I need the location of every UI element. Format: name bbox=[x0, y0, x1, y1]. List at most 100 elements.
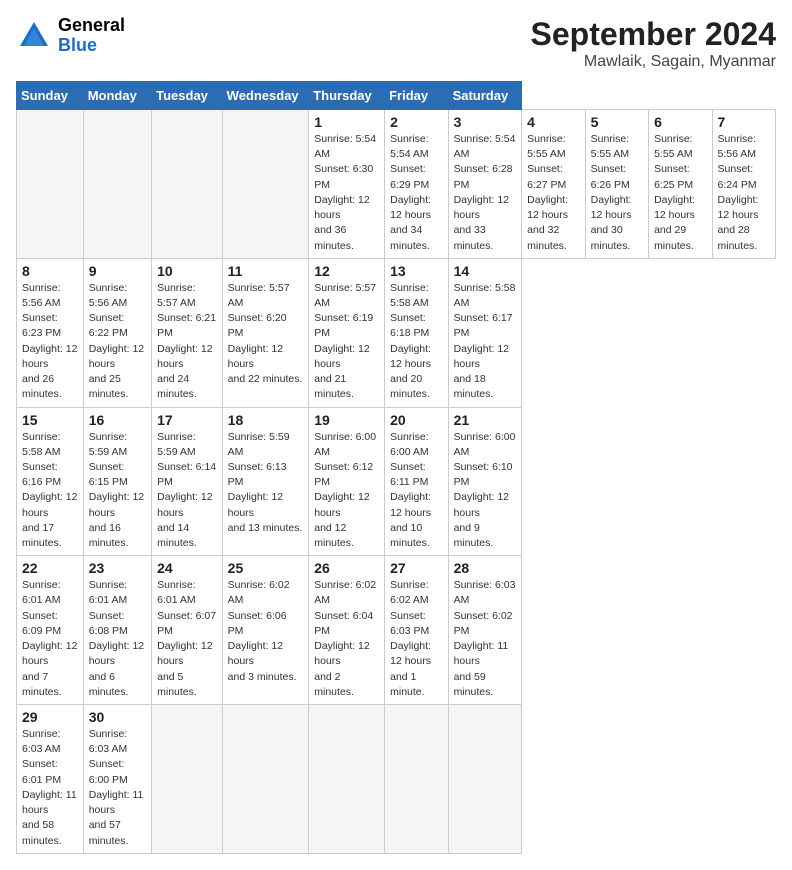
day-number: 1 bbox=[314, 114, 379, 130]
day-info: Sunrise: 6:02 AMSunset: 6:03 PMDaylight:… bbox=[390, 578, 442, 700]
day-info: Sunrise: 5:54 AMSunset: 6:30 PMDaylight:… bbox=[314, 132, 379, 254]
day-info: Sunrise: 5:59 AMSunset: 6:15 PMDaylight:… bbox=[89, 430, 146, 552]
calendar-cell: 17Sunrise: 5:59 AMSunset: 6:14 PMDayligh… bbox=[152, 407, 223, 556]
calendar-cell: 14 Sunrise: 5:58 AMSunset: 6:17 PMDayligh… bbox=[448, 258, 522, 407]
week-row-2: 8Sunrise: 5:56 AMSunset: 6:23 PMDaylight… bbox=[17, 258, 776, 407]
calendar-cell bbox=[448, 705, 522, 854]
calendar-cell: 4Sunrise: 5:55 AMSunset: 6:27 PMDaylight… bbox=[522, 110, 585, 259]
day-number: 12 bbox=[314, 263, 379, 279]
day-number: 28 bbox=[454, 560, 517, 576]
day-info: Sunrise: 5:58 AMSunset: 6:16 PMDaylight:… bbox=[22, 430, 78, 552]
logo-general: General bbox=[58, 16, 125, 36]
day-number: 29 bbox=[22, 709, 78, 725]
day-info: Sunrise: 6:03 AMSunset: 6:01 PMDaylight:… bbox=[22, 727, 78, 849]
day-number: 8 bbox=[22, 263, 78, 279]
day-info: Sunrise: 5:54 AMSunset: 6:29 PMDaylight:… bbox=[390, 132, 442, 254]
day-info: Sunrise: 6:01 AMSunset: 6:07 PMDaylight:… bbox=[157, 578, 217, 700]
day-number: 23 bbox=[89, 560, 146, 576]
day-number: 30 bbox=[89, 709, 146, 725]
calendar-cell: 10 Sunrise: 5:57 AMSunset: 6:21 PMDayligh… bbox=[152, 258, 223, 407]
calendar-cell: 27 Sunrise: 6:02 AMSunset: 6:03 PMDayligh… bbox=[385, 556, 448, 705]
calendar-cell: 18 Sunrise: 5:59 AMSunset: 6:13 PMDayligh… bbox=[222, 407, 309, 556]
calendar-cell: 26 Sunrise: 6:02 AMSunset: 6:04 PMDayligh… bbox=[309, 556, 385, 705]
day-info: Sunrise: 5:58 AMSunset: 6:18 PMDaylight:… bbox=[390, 281, 442, 403]
header-monday: Monday bbox=[83, 82, 151, 110]
day-info: Sunrise: 5:57 AMSunset: 6:20 PMDaylight:… bbox=[228, 281, 304, 388]
day-info: Sunrise: 5:59 AMSunset: 6:13 PMDaylight:… bbox=[228, 430, 304, 537]
day-info: Sunrise: 5:56 AMSunset: 6:24 PMDaylight:… bbox=[718, 132, 770, 254]
calendar-cell: 7 Sunrise: 5:56 AMSunset: 6:24 PMDaylight… bbox=[712, 110, 775, 259]
calendar-cell: 13 Sunrise: 5:58 AMSunset: 6:18 PMDayligh… bbox=[385, 258, 448, 407]
header-saturday: Saturday bbox=[448, 82, 522, 110]
day-info: Sunrise: 6:02 AMSunset: 6:04 PMDaylight:… bbox=[314, 578, 379, 700]
calendar-cell bbox=[17, 110, 84, 259]
day-number: 24 bbox=[157, 560, 217, 576]
calendar-cell: 5 Sunrise: 5:55 AMSunset: 6:26 PMDaylight… bbox=[585, 110, 648, 259]
day-info: Sunrise: 5:57 AMSunset: 6:21 PMDaylight:… bbox=[157, 281, 217, 403]
day-info: Sunrise: 6:03 AMSunset: 6:02 PMDaylight:… bbox=[454, 578, 517, 700]
day-number: 13 bbox=[390, 263, 442, 279]
day-number: 14 bbox=[454, 263, 517, 279]
header-wednesday: Wednesday bbox=[222, 82, 309, 110]
logo: General Blue bbox=[16, 16, 125, 56]
logo-text: General Blue bbox=[58, 16, 125, 56]
calendar-cell: 20Sunrise: 6:00 AMSunset: 6:11 PMDayligh… bbox=[385, 407, 448, 556]
day-info: Sunrise: 5:56 AMSunset: 6:22 PMDaylight:… bbox=[89, 281, 146, 403]
calendar-cell: 11 Sunrise: 5:57 AMSunset: 6:20 PMDayligh… bbox=[222, 258, 309, 407]
calendar-cell: 25 Sunrise: 6:02 AMSunset: 6:06 PMDayligh… bbox=[222, 556, 309, 705]
header-sunday: Sunday bbox=[17, 82, 84, 110]
day-number: 2 bbox=[390, 114, 442, 130]
calendar-cell bbox=[309, 705, 385, 854]
day-number: 4 bbox=[527, 114, 579, 130]
day-info: Sunrise: 6:00 AMSunset: 6:12 PMDaylight:… bbox=[314, 430, 379, 552]
day-number: 10 bbox=[157, 263, 217, 279]
calendar-cell bbox=[83, 110, 151, 259]
day-info: Sunrise: 5:55 AMSunset: 6:26 PMDaylight:… bbox=[591, 132, 643, 254]
calendar-header-row: SundayMondayTuesdayWednesdayThursdayFrid… bbox=[17, 82, 776, 110]
calendar-cell: 9 Sunrise: 5:56 AMSunset: 6:22 PMDaylight… bbox=[83, 258, 151, 407]
calendar-cell: 29 Sunrise: 6:03 AMSunset: 6:01 PMDayligh… bbox=[17, 705, 84, 854]
day-number: 18 bbox=[228, 412, 304, 428]
calendar-cell: 3Sunrise: 5:54 AMSunset: 6:28 PMDaylight… bbox=[448, 110, 522, 259]
day-number: 3 bbox=[454, 114, 517, 130]
calendar-cell: 21 Sunrise: 6:00 AMSunset: 6:10 PMDayligh… bbox=[448, 407, 522, 556]
calendar-cell: 22 Sunrise: 6:01 AMSunset: 6:09 PMDayligh… bbox=[17, 556, 84, 705]
day-info: Sunrise: 6:01 AMSunset: 6:09 PMDaylight:… bbox=[22, 578, 78, 700]
day-info: Sunrise: 6:03 AMSunset: 6:00 PMDaylight:… bbox=[89, 727, 146, 849]
day-number: 16 bbox=[89, 412, 146, 428]
day-number: 22 bbox=[22, 560, 78, 576]
day-number: 21 bbox=[454, 412, 517, 428]
day-info: Sunrise: 6:00 AMSunset: 6:10 PMDaylight:… bbox=[454, 430, 517, 552]
day-info: Sunrise: 6:00 AMSunset: 6:11 PMDaylight:… bbox=[390, 430, 442, 552]
calendar-cell: 12Sunrise: 5:57 AMSunset: 6:19 PMDayligh… bbox=[309, 258, 385, 407]
calendar-cell: 8Sunrise: 5:56 AMSunset: 6:23 PMDaylight… bbox=[17, 258, 84, 407]
day-number: 19 bbox=[314, 412, 379, 428]
calendar-cell: 15Sunrise: 5:58 AMSunset: 6:16 PMDayligh… bbox=[17, 407, 84, 556]
calendar-cell bbox=[222, 705, 309, 854]
day-info: Sunrise: 5:58 AMSunset: 6:17 PMDaylight:… bbox=[454, 281, 517, 403]
day-info: Sunrise: 5:55 AMSunset: 6:25 PMDaylight:… bbox=[654, 132, 706, 254]
day-number: 5 bbox=[591, 114, 643, 130]
calendar-cell: 24 Sunrise: 6:01 AMSunset: 6:07 PMDayligh… bbox=[152, 556, 223, 705]
header: General Blue September 2024 Mawlaik, Sag… bbox=[16, 16, 776, 71]
day-number: 9 bbox=[89, 263, 146, 279]
month-title: September 2024 bbox=[531, 16, 776, 53]
logo-icon bbox=[16, 18, 52, 54]
calendar-cell bbox=[152, 110, 223, 259]
day-number: 27 bbox=[390, 560, 442, 576]
week-row-5: 29 Sunrise: 6:03 AMSunset: 6:01 PMDayligh… bbox=[17, 705, 776, 854]
calendar-cell: 6Sunrise: 5:55 AMSunset: 6:25 PMDaylight… bbox=[649, 110, 712, 259]
day-number: 7 bbox=[718, 114, 770, 130]
day-number: 26 bbox=[314, 560, 379, 576]
logo-blue: Blue bbox=[58, 36, 125, 56]
calendar-cell: 23 Sunrise: 6:01 AMSunset: 6:08 PMDayligh… bbox=[83, 556, 151, 705]
day-number: 17 bbox=[157, 412, 217, 428]
calendar-cell bbox=[385, 705, 448, 854]
day-info: Sunrise: 6:02 AMSunset: 6:06 PMDaylight:… bbox=[228, 578, 304, 685]
day-info: Sunrise: 6:01 AMSunset: 6:08 PMDaylight:… bbox=[89, 578, 146, 700]
calendar-cell: 16 Sunrise: 5:59 AMSunset: 6:15 PMDayligh… bbox=[83, 407, 151, 556]
calendar-cell bbox=[222, 110, 309, 259]
week-row-3: 15Sunrise: 5:58 AMSunset: 6:16 PMDayligh… bbox=[17, 407, 776, 556]
day-number: 11 bbox=[228, 263, 304, 279]
day-number: 25 bbox=[228, 560, 304, 576]
